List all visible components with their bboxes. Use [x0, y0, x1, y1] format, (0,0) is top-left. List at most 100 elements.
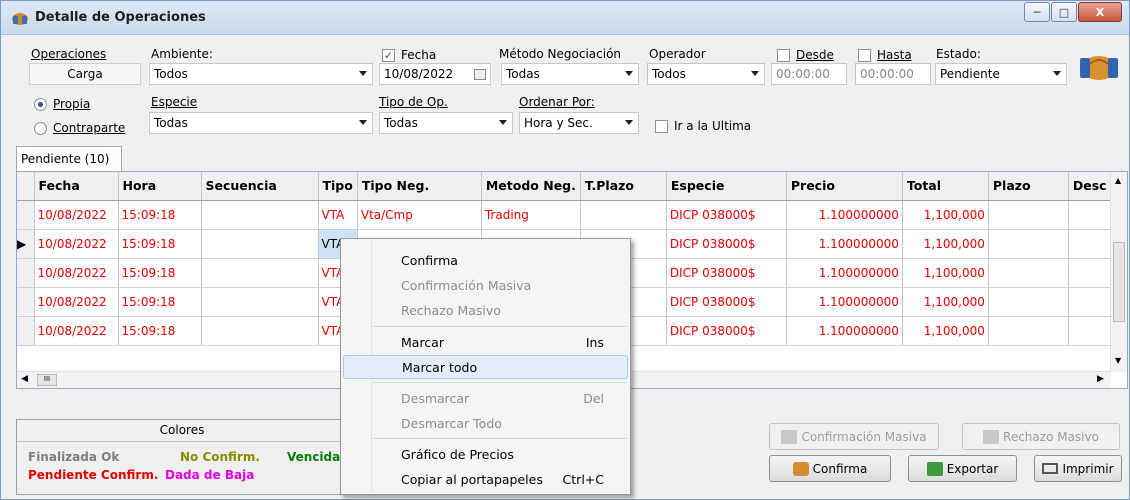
contraparte-label[interactable]: Contraparte: [53, 121, 125, 135]
metodo-select[interactable]: Todas: [501, 63, 639, 85]
table-cell[interactable]: 1.100000000: [786, 200, 903, 230]
menu-item-desmarcar-todo[interactable]: Desmarcar Todo: [343, 411, 628, 435]
table-cell[interactable]: 1.100000000: [786, 229, 903, 259]
exportar-button[interactable]: Exportar: [908, 455, 1017, 482]
table-cell[interactable]: 15:09:18: [118, 316, 202, 346]
col-header[interactable]: Secuencia: [201, 172, 319, 201]
maximize-button[interactable]: □: [1051, 2, 1077, 22]
table-cell[interactable]: 1,100,000: [902, 287, 989, 317]
contraparte-radio[interactable]: [34, 122, 47, 135]
col-header[interactable]: Metodo Neg.: [481, 172, 581, 201]
fecha-input[interactable]: 10/08/2022: [379, 63, 491, 85]
col-header[interactable]: Hora: [118, 172, 202, 201]
scroll-right-icon[interactable]: ▶: [1097, 374, 1104, 384]
menu-item-rechazo-masivo[interactable]: Rechazo Masivo: [343, 298, 628, 322]
handshake-icon[interactable]: [1078, 48, 1120, 84]
table-cell[interactable]: [201, 229, 319, 259]
table-cell[interactable]: 1.100000000: [786, 287, 903, 317]
table-cell[interactable]: [988, 229, 1069, 259]
table-cell[interactable]: 15:09:18: [118, 287, 202, 317]
scroll-down-icon[interactable]: ▼: [1115, 356, 1121, 365]
table-cell[interactable]: DICP 038000$: [666, 200, 787, 230]
table-cell[interactable]: DICP 038000$: [666, 229, 787, 259]
table-cell[interactable]: 15:09:18: [118, 258, 202, 288]
table-cell[interactable]: [201, 316, 319, 346]
table-cell[interactable]: Vta/Cmp: [357, 200, 482, 230]
table-cell[interactable]: VTA: [318, 200, 358, 230]
confirmacion-masiva-button[interactable]: Confirmación Masiva: [769, 423, 939, 450]
carga-button[interactable]: Carga: [29, 63, 141, 85]
table-cell[interactable]: 15:09:18: [118, 229, 202, 259]
table-cell[interactable]: [580, 200, 667, 230]
col-header[interactable]: Plazo: [988, 172, 1069, 201]
operador-select[interactable]: Todos: [647, 63, 765, 85]
table-cell[interactable]: 15:09:18: [118, 200, 202, 230]
scroll-up-icon[interactable]: ▲: [1115, 176, 1121, 185]
table-cell[interactable]: 10/08/2022: [34, 200, 119, 230]
col-header[interactable]: Fecha: [34, 172, 119, 201]
table-cell[interactable]: [988, 287, 1069, 317]
especie-select[interactable]: Todas: [149, 112, 373, 134]
col-header[interactable]: Tipo Neg.: [357, 172, 482, 201]
table-cell[interactable]: DICP 038000$: [666, 287, 787, 317]
row-indicator[interactable]: [17, 258, 35, 288]
rechazo-masivo-button[interactable]: Rechazo Masivo: [962, 423, 1120, 450]
col-header[interactable]: Especie: [666, 172, 787, 201]
table-cell[interactable]: 10/08/2022: [34, 316, 119, 346]
table-cell[interactable]: 1,100,000: [902, 258, 989, 288]
row-indicator[interactable]: [17, 200, 35, 230]
hscroll-thumb[interactable]: III: [37, 374, 57, 386]
table-cell[interactable]: 1,100,000: [902, 316, 989, 346]
desde-input[interactable]: 00:00:00: [771, 63, 847, 85]
menu-item-confirmacion-masiva[interactable]: Confirmación Masiva: [343, 273, 628, 297]
table-cell[interactable]: [988, 316, 1069, 346]
ir-ultima-checkbox[interactable]: [655, 120, 668, 133]
tipo-op-select[interactable]: Todas: [379, 112, 513, 134]
col-header[interactable]: T.Plazo: [580, 172, 667, 201]
table-cell[interactable]: 10/08/2022: [34, 258, 119, 288]
estado-select[interactable]: Pendiente: [935, 63, 1067, 85]
table-cell[interactable]: DICP 038000$: [666, 316, 787, 346]
table-cell[interactable]: 10/08/2022: [34, 287, 119, 317]
row-indicator[interactable]: [17, 287, 35, 317]
scroll-thumb[interactable]: [1113, 242, 1125, 322]
imprimir-button[interactable]: Imprimir: [1034, 455, 1122, 482]
propia-radio[interactable]: [34, 98, 47, 111]
close-button[interactable]: X: [1078, 2, 1122, 22]
col-header[interactable]: Precio: [786, 172, 903, 201]
table-cell[interactable]: 10/08/2022: [34, 229, 119, 259]
table-cell[interactable]: 1.100000000: [786, 258, 903, 288]
minimize-button[interactable]: ─: [1024, 2, 1050, 22]
menu-item-copiar[interactable]: Copiar al portapapeles Ctrl+C: [343, 467, 628, 491]
col-header[interactable]: Total: [902, 172, 989, 201]
tab-pendiente[interactable]: Pendiente (10): [16, 146, 122, 172]
fecha-checkbox[interactable]: ✓: [382, 49, 395, 62]
table-cell[interactable]: 1.100000000: [786, 316, 903, 346]
table-row[interactable]: 10/08/202215:09:18 VTAVta/CmpTrading DICP …: [17, 200, 1117, 230]
current-row-indicator[interactable]: ▶: [17, 229, 35, 259]
table-cell[interactable]: 1,100,000: [902, 229, 989, 259]
table-cell[interactable]: [988, 200, 1069, 230]
menu-item-desmarcar[interactable]: Desmarcar Del: [343, 386, 628, 410]
calendar-icon[interactable]: [474, 69, 486, 80]
table-cell[interactable]: Trading: [481, 200, 581, 230]
ordenar-select[interactable]: Hora y Sec.: [519, 112, 639, 134]
hasta-checkbox[interactable]: [858, 49, 871, 62]
row-indicator[interactable]: [17, 316, 35, 346]
menu-item-confirma[interactable]: Confirma: [343, 248, 628, 272]
table-cell[interactable]: [201, 287, 319, 317]
col-header[interactable]: Tipo: [318, 172, 358, 201]
table-cell[interactable]: [201, 258, 319, 288]
menu-item-grafico-precios[interactable]: Gráfico de Precios: [343, 442, 628, 466]
menu-item-marcar[interactable]: Marcar Ins: [343, 330, 628, 354]
hasta-input[interactable]: 00:00:00: [855, 63, 931, 85]
confirma-button[interactable]: Confirma: [769, 455, 891, 482]
vertical-scrollbar[interactable]: ▲ ▼: [1110, 172, 1127, 372]
menu-item-marcar-todo[interactable]: Marcar todo: [343, 355, 628, 379]
scroll-left-icon[interactable]: ◀: [21, 374, 28, 384]
table-cell[interactable]: [988, 258, 1069, 288]
table-cell[interactable]: [201, 200, 319, 230]
desde-checkbox[interactable]: [777, 49, 790, 62]
ambiente-select[interactable]: Todos: [149, 63, 373, 85]
table-cell[interactable]: 1,100,000: [902, 200, 989, 230]
